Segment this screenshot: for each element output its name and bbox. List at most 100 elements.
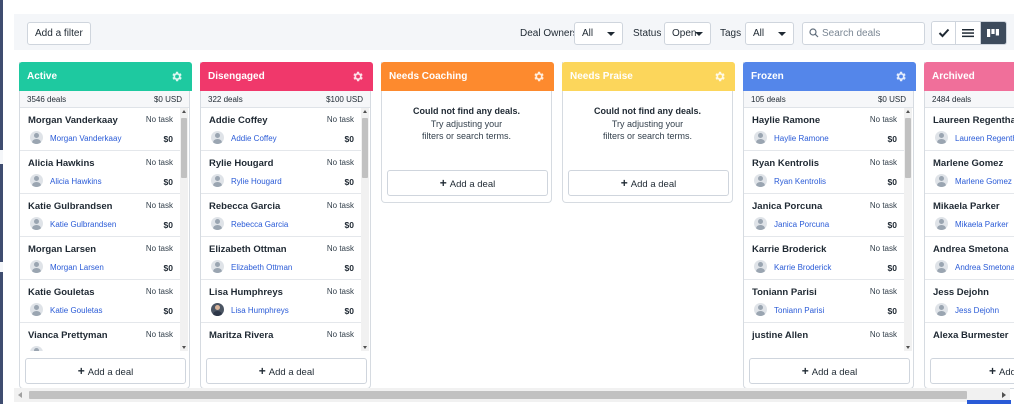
deal-card[interactable]: Vianca Prettyman No task [20,323,180,351]
deal-owner-link[interactable]: Elizabeth Ottman [231,263,292,272]
deal-owner-link[interactable]: Katie Gulbrandsen [50,220,116,229]
tags-dropdown[interactable]: All [745,22,794,45]
avatar [30,346,43,351]
deal-card[interactable]: Ryan Kentrolis No task Ryan Kentrolis $0 [744,151,904,194]
gear-icon[interactable] [532,70,545,83]
deal-card[interactable]: Jess Dejohn Jess Dejohn [925,280,1014,323]
deal-owner-link[interactable]: Katie Gouletas [50,306,102,315]
add-deal-button[interactable]: + Add a deal [387,170,548,196]
stage-title: Needs Coaching [389,71,468,82]
empty-hint: filters or search terms. [421,131,512,141]
stage-title: Needs Praise [570,71,633,82]
task-status: No task [145,287,173,296]
deal-owner-link[interactable]: Toniann Parisi [774,306,824,315]
deal-amount: $0 [163,220,173,230]
chevron-down-icon [607,32,615,36]
checkmark-view-button[interactable] [932,22,957,44]
deal-card[interactable]: Rebecca Garcia No task Rebecca Garcia $0 [201,194,361,237]
deal-owner-link[interactable]: Addie Coffey [231,134,277,143]
deal-owner-link[interactable]: Rylie Hougard [231,177,282,186]
deal-name: Rylie Hougard [209,158,274,169]
deal-owner-link[interactable]: Jess Dejohn [955,306,999,315]
deal-card[interactable]: Mikaela Parker Mikaela Parker [925,194,1014,237]
add-deal-button[interactable]: + Add a deal [568,170,729,196]
deal-card[interactable]: justine Allen No task [744,323,904,351]
gear-icon[interactable] [351,70,364,83]
deal-card[interactable]: Toniann Parisi No task Toniann Parisi $0 [744,280,904,323]
column-scrollbar[interactable] [361,108,369,351]
task-status: No task [869,201,897,210]
stage-value: $0 USD [877,95,906,104]
deal-owner-link[interactable]: Marlene Gomez [955,177,1012,186]
deal-name: Haylie Ramone [752,115,821,126]
board-horizontal-scrollbar[interactable] [14,388,1010,402]
status-dropdown[interactable]: Open [664,22,711,45]
deal-card[interactable]: Lisa Humphreys No task Lisa Humphreys $0 [201,280,361,323]
plus-icon: + [620,176,628,190]
deal-amount: $0 [344,177,354,187]
deal-card[interactable]: Marlene Gomez Marlene Gomez [925,151,1014,194]
add-filter-button[interactable]: Add a filter [27,22,91,45]
deal-owner-link[interactable]: Morgan Larsen [50,263,104,272]
deal-owner-link[interactable]: Mikaela Parker [955,220,1008,229]
column-scrollbar[interactable] [180,108,188,351]
deal-owners-dropdown[interactable]: All [574,22,623,45]
kanban-view-button[interactable] [980,22,1006,44]
list-view-button[interactable] [956,22,981,44]
deal-owner-link[interactable]: Lisa Humphreys [231,306,289,315]
deal-card[interactable]: Janica Porcuna No task Janica Porcuna $0 [744,194,904,237]
deal-name: Andrea Smetona [933,244,1009,255]
deal-card[interactable]: Elizabeth Ottman No task Elizabeth Ottma… [201,237,361,280]
scroll-right-arrow-icon[interactable] [1002,392,1006,398]
avatar [30,260,43,273]
deal-owner-link[interactable]: Andrea Smetona [955,263,1014,272]
column-scrollbar[interactable] [904,108,912,351]
stage-stats: 2484 deals [925,91,1014,108]
deal-owner-link[interactable]: Karrie Broderick [774,263,831,272]
deal-card[interactable]: Rylie Hougard No task Rylie Hougard $0 [201,151,361,194]
deal-card[interactable]: Katie Gulbrandsen No task Katie Gulbrand… [20,194,180,237]
deal-card[interactable]: Alexa Burmester [925,323,1014,351]
deal-card[interactable]: Karrie Broderick No task Karrie Broderic… [744,237,904,280]
deal-owner-link[interactable]: Laureen Regenthal [955,134,1014,143]
deal-owner-link[interactable]: Rebecca Garcia [231,220,288,229]
add-deal-button[interactable]: +Add a [930,358,1014,384]
deal-owner-link[interactable]: Alicia Hawkins [50,177,102,186]
task-status: No task [869,115,897,124]
search-box[interactable] [802,22,925,45]
deal-card[interactable]: Andrea Smetona Andrea Smetona [925,237,1014,280]
deal-card[interactable]: Alicia Hawkins No task Alicia Hawkins $0 [20,151,180,194]
plus-icon: + [801,364,809,378]
task-status: No task [869,158,897,167]
tags-value: All [753,28,765,39]
chevron-down-icon [778,32,786,36]
scrollbar-thumb[interactable] [29,391,967,399]
avatar [754,217,767,230]
stage-header: Active [19,62,192,91]
task-status: No task [326,244,354,253]
deal-amount: $0 [887,263,897,273]
gear-icon[interactable] [713,70,726,83]
deal-card[interactable]: Maritza Rivera No task [201,323,361,351]
deal-card[interactable]: Addie Coffey No task Addie Coffey $0 [201,108,361,151]
scroll-left-arrow-icon[interactable] [18,392,22,398]
plus-icon: + [77,364,85,378]
avatar [935,260,948,273]
deal-list: Morgan Vanderkaay No task Morgan Vanderk… [20,108,189,351]
deal-owner-link[interactable]: Haylie Ramone [774,134,829,143]
deal-card[interactable]: Katie Gouletas No task Katie Gouletas $0 [20,280,180,323]
add-deal-button[interactable]: + Add a deal [25,358,186,384]
stage-stats: 3546 deals $0 USD [20,91,189,108]
gear-icon[interactable] [894,70,907,83]
add-deal-button[interactable]: + Add a deal [206,358,367,384]
search-input[interactable] [822,24,922,43]
deal-card[interactable]: Haylie Ramone No task Haylie Ramone $0 [744,108,904,151]
deal-card[interactable]: Morgan Vanderkaay No task Morgan Vanderk… [20,108,180,151]
gear-icon[interactable] [170,70,183,83]
deal-card[interactable]: Morgan Larsen No task Morgan Larsen $0 [20,237,180,280]
deal-card[interactable]: Laureen Regenthal Laureen Regenthal [925,108,1014,151]
deal-owner-link[interactable]: Morgan Vanderkaay [50,134,121,143]
deal-owner-link[interactable]: Janica Porcuna [774,220,829,229]
add-deal-button[interactable]: + Add a deal [749,358,910,384]
deal-owner-link[interactable]: Ryan Kentrolis [774,177,826,186]
